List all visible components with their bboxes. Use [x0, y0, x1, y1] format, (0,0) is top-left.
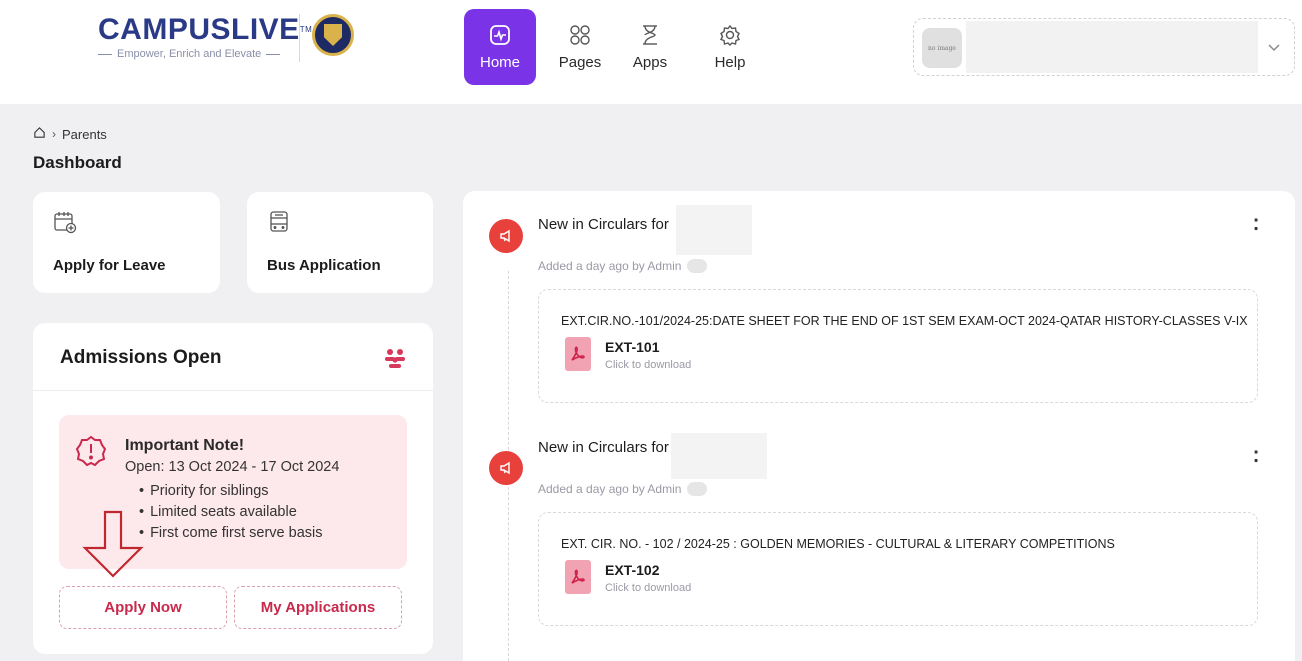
- logo-divider: [299, 14, 300, 62]
- arrow-down-icon: [77, 508, 149, 580]
- list-item: Priority for siblings: [139, 481, 323, 502]
- megaphone-icon: [489, 451, 523, 485]
- attachment-card: EXT. CIR. NO. - 102 / 2024-25 : GOLDEN M…: [538, 512, 1258, 626]
- megaphone-icon: [489, 219, 523, 253]
- file-download-hint[interactable]: Click to download: [605, 359, 691, 371]
- chevron-down-icon[interactable]: [1268, 39, 1280, 55]
- logo-wordmark: CAMPUSLIVE: [98, 13, 300, 46]
- profile-switcher[interactable]: no image: [913, 18, 1295, 76]
- file-download-hint[interactable]: Click to download: [605, 582, 691, 594]
- nav-pages-label: Pages: [558, 53, 602, 71]
- admin-avatar: [687, 482, 708, 496]
- list-item: First come first serve basis: [139, 523, 322, 544]
- pdf-file-icon[interactable]: [565, 560, 591, 594]
- nav-pages[interactable]: Pages: [550, 9, 610, 85]
- nav-apps[interactable]: Apps: [610, 9, 690, 85]
- profile-name-redacted: [966, 21, 1258, 73]
- grid-icon: [569, 24, 591, 46]
- attachment-card: EXT.CIR.NO.-101/2024-25:DATE SHEET FOR T…: [538, 289, 1258, 403]
- calendar-add-icon: [53, 210, 77, 234]
- alert-badge-icon: [75, 435, 107, 467]
- bus-application-label: Bus Application: [267, 257, 381, 274]
- school-crest-logo: [312, 14, 354, 56]
- note-dates: Open: 13 Oct 2024 - 17 Oct 2024: [125, 459, 340, 475]
- avatar: no image: [922, 28, 962, 68]
- logo-tagline: Empower, Enrich and Elevate: [117, 48, 262, 60]
- main-nav: Home Pages Apps Help: [464, 9, 778, 85]
- circulars-feed: New in Circulars for Added a day ago by …: [463, 191, 1295, 661]
- note-title: Important Note!: [125, 437, 245, 454]
- breadcrumb-parents[interactable]: Parents: [62, 127, 107, 142]
- breadcrumb: › Parents: [33, 126, 107, 142]
- list-item: Limited seats available: [139, 502, 323, 523]
- post-meta: Added a day ago by Admin: [538, 259, 708, 273]
- apply-for-leave-label: Apply for Leave: [53, 257, 166, 274]
- post-title: New in Circulars for: [538, 439, 669, 456]
- chevron-right-icon: ›: [52, 127, 56, 141]
- apply-for-leave-card[interactable]: Apply for Leave: [33, 192, 220, 293]
- pdf-file-icon[interactable]: [565, 337, 591, 371]
- nav-home[interactable]: Home: [464, 9, 536, 85]
- nav-help-label: Help: [714, 53, 746, 71]
- admin-avatar: [687, 259, 708, 273]
- nav-home-label: Home: [479, 53, 520, 71]
- apply-now-button[interactable]: Apply Now: [59, 586, 227, 629]
- hourglass-icon: [639, 24, 661, 46]
- file-name[interactable]: EXT-102: [605, 562, 659, 578]
- my-applications-button[interactable]: My Applications: [234, 586, 402, 629]
- file-name[interactable]: EXT-101: [605, 339, 659, 355]
- post-title: New in Circulars for: [538, 216, 669, 233]
- class-name-redacted: [676, 205, 752, 255]
- users-add-icon[interactable]: [383, 347, 407, 369]
- admissions-title: Admissions Open: [60, 347, 222, 368]
- nav-help[interactable]: Help: [690, 9, 770, 85]
- more-options-icon[interactable]: ⁚: [1253, 215, 1259, 235]
- logo-trademark: TM: [299, 25, 313, 34]
- circular-text: EXT. CIR. NO. - 102 / 2024-25 : GOLDEN M…: [561, 537, 1115, 551]
- home-icon: [489, 24, 511, 46]
- post-meta-text: Added a day ago by Admin: [538, 482, 682, 496]
- class-name-redacted: [671, 433, 767, 479]
- page-title: Dashboard: [33, 153, 122, 172]
- note-list: Priority for siblings Limited seats avai…: [139, 481, 323, 544]
- app-header: CAMPUSLIVETM Empower, Enrich and Elevate…: [0, 0, 1302, 104]
- post-meta: Added a day ago by Admin: [538, 482, 708, 496]
- home-icon[interactable]: [33, 126, 46, 142]
- bus-application-card[interactable]: Bus Application: [247, 192, 433, 293]
- campuslive-logo[interactable]: CAMPUSLIVETM Empower, Enrich and Elevate: [98, 14, 312, 64]
- bus-icon: [267, 210, 291, 234]
- post-meta-text: Added a day ago by Admin: [538, 259, 682, 273]
- circular-text: EXT.CIR.NO.-101/2024-25:DATE SHEET FOR T…: [561, 314, 1248, 328]
- admissions-card: Admissions Open Important Note! Open: 13…: [33, 323, 433, 654]
- more-options-icon[interactable]: ⁚: [1253, 447, 1259, 467]
- gear-icon: [719, 24, 741, 46]
- nav-apps-label: Apps: [632, 53, 668, 71]
